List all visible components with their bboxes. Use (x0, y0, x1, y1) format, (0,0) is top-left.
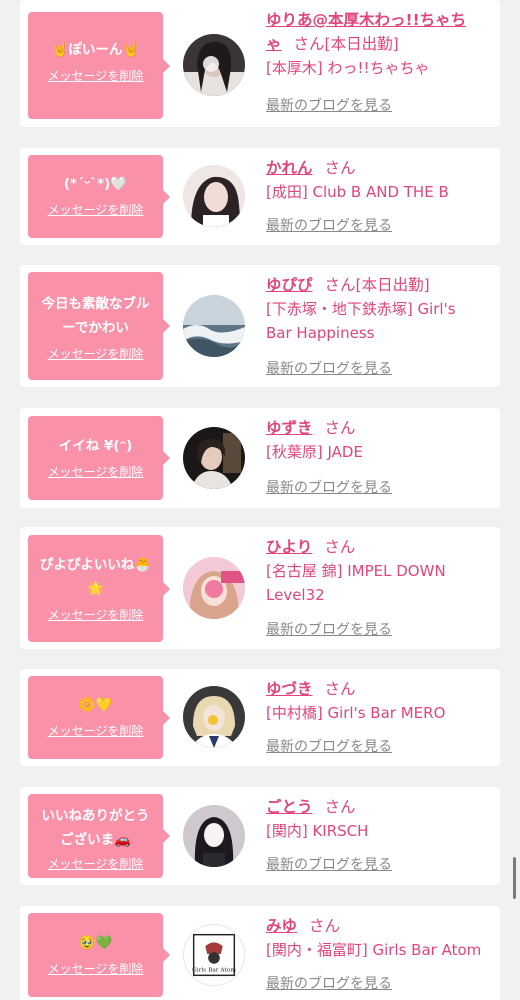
list-item: 🥹💚 メッセージを削除 Girls Bar Atom みゆ さん [関内・福富町]… (20, 906, 500, 1000)
name-suffix: さん (309, 917, 341, 935)
delete-message-button[interactable]: メッセージを削除 (34, 202, 157, 218)
name-suffix: さん (324, 419, 356, 437)
avatar[interactable] (183, 805, 245, 867)
delete-message-button[interactable]: メッセージを削除 (34, 68, 157, 84)
message-text: ぴよぴよいいね🐣 🌟 (39, 557, 152, 597)
avatar[interactable] (183, 295, 245, 357)
cast-info: ごとう さん [関内] KIRSCH (266, 795, 490, 843)
avatar-logo-text: Girls Bar Atom (192, 967, 236, 973)
shop-label: [成田] Club B AND THE B (266, 183, 449, 201)
blog-link[interactable]: 最新のブログを見る (266, 359, 392, 379)
message-bubble: イイね ¥(ᵔ) メッセージを削除 (28, 416, 170, 500)
shop-label: [名古屋 錦] IMPEL DOWN Level32 (266, 562, 446, 604)
cast-info: ひより さん [名古屋 錦] IMPEL DOWN Level32 (266, 535, 490, 607)
shop-label: [中村橋] Girl's Bar MERO (266, 704, 446, 722)
shop-label: [関内・福富町] Girls Bar Atom (266, 941, 482, 959)
message-bubble: 🥹💚 メッセージを削除 (28, 913, 170, 997)
message-text: イイね ¥(ᵔ) (58, 438, 133, 454)
delete-message-button[interactable]: メッセージを削除 (34, 856, 157, 872)
delete-message-button[interactable]: メッセージを削除 (34, 961, 157, 977)
delete-message-button[interactable]: メッセージを削除 (34, 346, 157, 362)
cast-info: ゆりあ@本厚木わっ!!ちゃちゃさん[本日出勤] [本厚木] わっ!!ちゃちゃ (266, 8, 490, 80)
shop-label: [本厚木] わっ!!ちゃちゃ (266, 59, 430, 77)
blog-link[interactable]: 最新のブログを見る (266, 620, 392, 640)
status-badge: [本日出勤] (324, 35, 399, 53)
avatar[interactable] (183, 427, 245, 489)
avatar[interactable] (183, 686, 245, 748)
name-suffix: さん (293, 35, 325, 53)
cast-info: ゆづき さん [中村橋] Girl's Bar MERO (266, 677, 490, 725)
message-text: (*ˊᵕˋ*)🤍 (63, 176, 128, 192)
cast-name-link[interactable]: ゆぴぴ (266, 276, 313, 294)
cast-info: みゆ さん [関内・福富町] Girls Bar Atom (266, 914, 490, 962)
list-item: いいねありがとう ございま🚗 メッセージを削除 ごとう さん [関内] KIRSCH… (20, 787, 500, 885)
cast-name-link[interactable]: ひより (266, 538, 312, 556)
shop-label: [秋葉原] JADE (266, 443, 363, 461)
cast-name-link[interactable]: ゆずき (266, 419, 313, 437)
cast-name-link[interactable]: みゆ (266, 917, 297, 935)
list-item: イイね ¥(ᵔ) メッセージを削除 ゆずき さん [秋葉原] JADE 最新のブロ… (20, 408, 500, 508)
shop-label: [関内] KIRSCH (266, 822, 369, 840)
message-bubble: (*ˊᵕˋ*)🤍 メッセージを削除 (28, 155, 170, 238)
shop-label: [下赤塚・地下鉄赤塚] Girl's Bar Happiness (266, 300, 456, 342)
message-text: 🥹💚 (78, 935, 113, 951)
message-bubble: 🌼💛 メッセージを削除 (28, 676, 170, 759)
delete-message-button[interactable]: メッセージを削除 (34, 723, 157, 739)
cast-info: ゆずき さん [秋葉原] JADE (266, 416, 490, 464)
name-suffix: さん (324, 798, 356, 816)
list-item: 🌼💛 メッセージを削除 ゆづき さん [中村橋] Girl's Bar MERO … (20, 669, 500, 766)
list-item: 今日も素敵なブル ーでかわい メッセージを削除 ゆぴぴ さん[本日出勤] [下赤塚・… (20, 265, 500, 387)
list-item: ぴよぴよいいね🐣 🌟 メッセージを削除 ひより さん [名古屋 錦] IMPEL D… (20, 527, 500, 649)
message-text: いいねありがとう ございま🚗 (41, 808, 150, 848)
message-bubble: 今日も素敵なブル ーでかわい メッセージを削除 (28, 272, 170, 380)
cast-name-link[interactable]: ゆづき (266, 680, 313, 698)
scrollbar-thumb[interactable] (513, 857, 516, 899)
cast-info: かれん さん [成田] Club B AND THE B (266, 156, 490, 204)
delete-message-button[interactable]: メッセージを削除 (34, 464, 157, 480)
blog-link[interactable]: 最新のブログを見る (266, 974, 392, 994)
blog-link[interactable]: 最新のブログを見る (266, 478, 392, 498)
status-badge: [本日出勤] (355, 276, 430, 294)
message-text: 🤘ぽいーん🤘 (51, 42, 140, 58)
message-bubble: いいねありがとう ございま🚗 メッセージを削除 (28, 794, 170, 878)
avatar[interactable] (183, 165, 245, 227)
message-text: 今日も素敵なブル ーでかわい (41, 296, 150, 336)
avatar[interactable] (183, 34, 245, 96)
avatar[interactable]: Girls Bar Atom (183, 924, 245, 986)
message-list: 🤘ぽいーん🤘 メッセージを削除 ゆりあ@本厚木わっ!!ちゃちゃさん[本日出勤] … (0, 0, 520, 1000)
cast-name-link[interactable]: ごとう (266, 798, 313, 816)
blog-link[interactable]: 最新のブログを見る (266, 737, 392, 757)
message-bubble: ぴよぴよいいね🐣 🌟 メッセージを削除 (28, 535, 170, 642)
delete-message-button[interactable]: メッセージを削除 (34, 607, 157, 623)
name-suffix: さん (324, 538, 356, 556)
name-suffix: さん (324, 276, 356, 294)
message-bubble: 🤘ぽいーん🤘 メッセージを削除 (28, 12, 170, 119)
cast-name-link[interactable]: かれん (266, 159, 313, 177)
cast-info: ゆぴぴ さん[本日出勤] [下赤塚・地下鉄赤塚] Girl's Bar Happin… (266, 273, 490, 345)
message-text: 🌼💛 (78, 697, 113, 713)
blog-link[interactable]: 最新のブログを見る (266, 96, 392, 116)
name-suffix: さん (324, 680, 356, 698)
list-item: (*ˊᵕˋ*)🤍 メッセージを削除 かれん さん [成田] Club B AND … (20, 148, 500, 245)
list-item: 🤘ぽいーん🤘 メッセージを削除 ゆりあ@本厚木わっ!!ちゃちゃさん[本日出勤] … (20, 0, 500, 127)
name-suffix: さん (324, 159, 356, 177)
avatar[interactable] (183, 557, 245, 619)
blog-link[interactable]: 最新のブログを見る (266, 216, 392, 236)
blog-link[interactable]: 最新のブログを見る (266, 855, 392, 875)
